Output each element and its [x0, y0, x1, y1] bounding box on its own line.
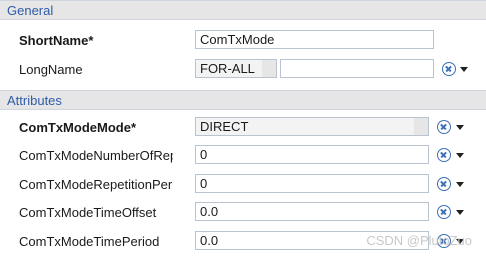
reset-icon[interactable] — [437, 205, 451, 219]
short-name-input[interactable]: ComTxMode — [195, 30, 434, 49]
reset-icon[interactable] — [437, 148, 451, 162]
reset-icon[interactable] — [437, 177, 451, 191]
com-tx-mode-mode-value: DIRECT — [200, 119, 249, 134]
time-period-label: ComTxModeTimePeriod — [19, 234, 160, 249]
chevron-down-icon[interactable] — [456, 182, 464, 187]
com-tx-mode-mode-combo[interactable]: DIRECT — [195, 117, 429, 136]
com-tx-mode-mode-label: ComTxModeMode* — [19, 120, 136, 135]
reset-icon[interactable] — [437, 120, 451, 134]
attributes-section-header[interactable]: Attributes — [0, 90, 486, 110]
chevron-down-icon[interactable] — [460, 67, 468, 72]
time-offset-input[interactable]: 0.0 — [195, 202, 429, 221]
chevron-down-icon[interactable] — [456, 210, 464, 215]
time-offset-label: ComTxModeTimeOffset — [19, 205, 157, 220]
repetition-period-label: ComTxModeRepetitionPeriod — [19, 177, 173, 192]
long-name-language-combo[interactable]: FOR-ALL — [195, 59, 277, 78]
number-of-repetitions-label: ComTxModeNumberOfRepetitions — [19, 148, 173, 163]
watermark: CSDN @PlutoZuo — [366, 233, 472, 248]
chevron-down-icon[interactable] — [456, 125, 464, 130]
general-section-header[interactable]: General — [0, 0, 486, 20]
reset-icon[interactable] — [442, 62, 456, 76]
long-name-language-value: FOR-ALL — [200, 61, 255, 76]
chevron-down-icon[interactable] — [456, 153, 464, 158]
long-name-input[interactable] — [280, 59, 434, 78]
mode-dropdown-button[interactable] — [414, 118, 428, 135]
number-of-repetitions-input[interactable]: 0 — [195, 145, 429, 164]
short-name-label: ShortName* — [19, 33, 94, 48]
language-dropdown-button[interactable] — [262, 60, 276, 77]
long-name-label: LongName — [19, 62, 83, 77]
repetition-period-input[interactable]: 0 — [195, 174, 429, 193]
